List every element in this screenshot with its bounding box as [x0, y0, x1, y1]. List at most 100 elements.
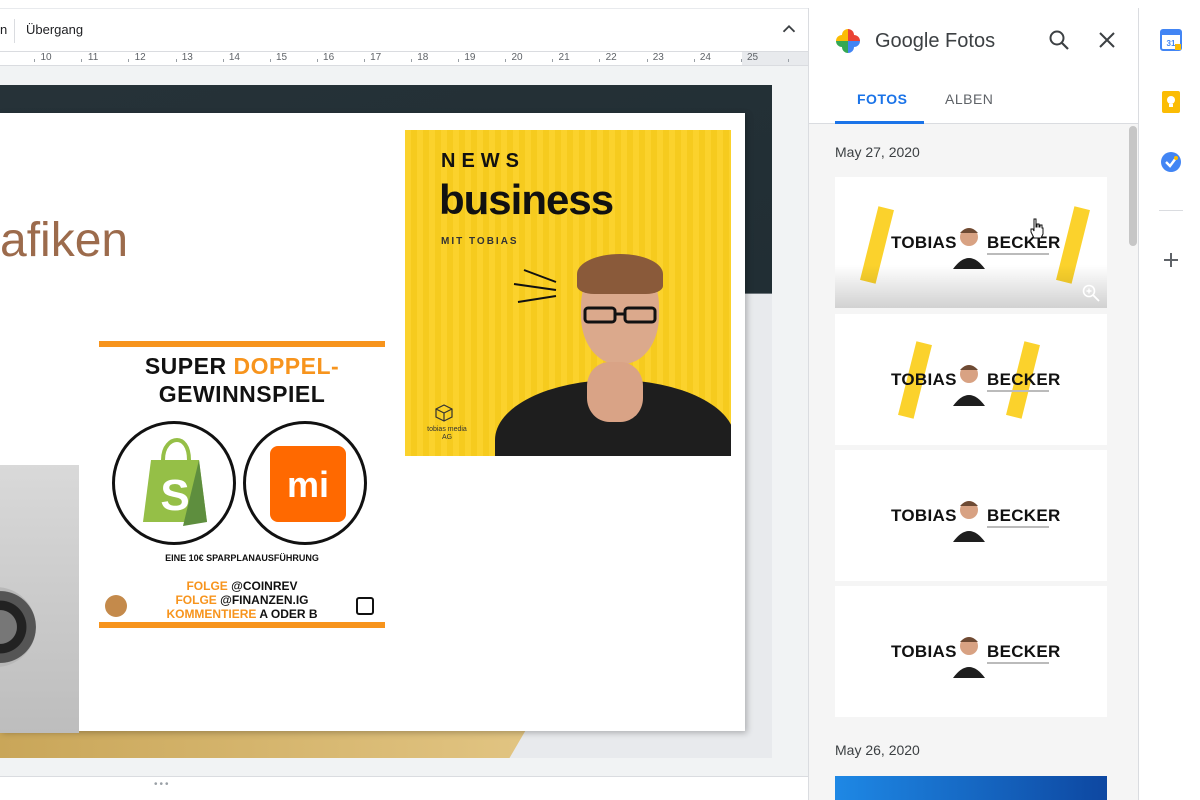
drag-handle-icon[interactable]: ••• [154, 779, 171, 790]
ruler-tick [787, 59, 789, 62]
photo-thumbnail[interactable] [835, 776, 1107, 800]
rail-divider [1159, 210, 1183, 211]
slide-title[interactable]: afiken [0, 213, 128, 268]
transition-button[interactable]: Übergang [26, 22, 83, 37]
xiaomi-logo-text: mi [286, 464, 329, 505]
giveaway-heading-line2: GEWINNSPIEL [158, 381, 326, 407]
ruler-number: 23 [652, 52, 664, 63]
car-wheel [0, 587, 36, 667]
giveaway-follow-2: FOLGE @FINANZEN.IG [99, 593, 385, 607]
google-keep-icon[interactable] [1159, 90, 1183, 114]
photo-thumbnail[interactable]: TOBIAS BECKER [835, 177, 1107, 308]
ruler-tick [740, 59, 742, 62]
shopify-bag-icon: S [143, 438, 207, 526]
speaker-notes-handle[interactable]: ••• [0, 776, 808, 800]
finanzen-logo [105, 595, 127, 617]
ruler-tick [34, 59, 36, 62]
person-thumbnail-icon [953, 501, 985, 542]
google-calendar-icon[interactable]: 31 [1159, 28, 1183, 52]
date-header: May 27, 2020 [835, 144, 920, 160]
top-strip [0, 0, 1200, 8]
hand-cursor-icon [1030, 218, 1044, 239]
business-label: business [439, 176, 614, 223]
news-label: NEWS [441, 150, 525, 172]
thumb-subline [987, 253, 1049, 255]
panel-title: Google Fotos [875, 30, 996, 52]
ruler-number: 18 [417, 52, 429, 63]
follow-2-handle: @FINANZEN.IG [220, 593, 309, 607]
svg-text:S: S [160, 471, 189, 520]
glasses-icon [583, 306, 657, 324]
mit-tobias-label: MIT TOBIAS [441, 236, 519, 247]
cube-logo-icon [435, 404, 453, 422]
slide-canvas[interactable]: afiken SUPER DOPPEL- GEWINNSPIEL S mi EI… [0, 66, 808, 776]
comment-rest: A ODER B [259, 607, 318, 621]
person-hair [577, 254, 663, 294]
search-icon[interactable] [1047, 28, 1071, 52]
ruler-number: 19 [464, 52, 476, 63]
giveaway-image[interactable]: SUPER DOPPEL- GEWINNSPIEL S mi EINE 10€ … [99, 341, 385, 628]
google-tasks-icon[interactable] [1159, 150, 1183, 174]
ruler-number: 24 [699, 52, 711, 63]
plus-icon[interactable] [1159, 248, 1183, 272]
tab-fotos[interactable]: FOTOS [857, 91, 907, 107]
xiaomi-logo: mi [270, 446, 346, 522]
google-photos-panel: Google Fotos FOTOS ALBEN May 27, 2020 TO… [808, 8, 1139, 800]
person-hand [587, 362, 643, 422]
giveaway-heading-prefix: SUPER [144, 353, 234, 379]
ruler-tick [411, 59, 413, 62]
app-root: n Übergang 10 11 12 13 14 15 16 17 18 19 20 21 22 23 2… [0, 0, 1200, 800]
ruler-tick [81, 59, 83, 62]
speech-lines-icon [513, 269, 557, 303]
close-icon[interactable] [1095, 28, 1119, 52]
scrollbar-thumb[interactable] [1129, 126, 1137, 246]
zoom-in-icon[interactable] [1081, 283, 1101, 303]
ruler-tick [693, 59, 695, 62]
news-business-image[interactable]: NEWS business MIT TOBIAS tobias media AG [405, 130, 731, 456]
photo-thumbnail[interactable]: TOBIAS BECKER [835, 314, 1107, 445]
ruler-tick [646, 59, 648, 62]
brand-label: tobias media AG [427, 426, 467, 441]
photo-list[interactable]: May 27, 2020 TOBIAS BECKER TOBIAS BECKER… [809, 124, 1139, 800]
follow-1-handle: @COINREV [231, 579, 298, 593]
photo-thumbnail[interactable]: TOBIAS BECKER [835, 450, 1107, 581]
ruler-number: 14 [228, 52, 240, 63]
ruler-number: 11 [87, 52, 99, 63]
ruler-tick [363, 59, 365, 62]
ruler-tick [316, 59, 318, 62]
photo-thumbnail[interactable]: TOBIAS BECKER [835, 586, 1107, 717]
thumb-name-right: BECKER [987, 370, 1061, 389]
toolbar-partial-item[interactable]: n [0, 22, 7, 37]
thumb-subline [987, 526, 1049, 528]
tab-alben[interactable]: ALBEN [945, 91, 993, 107]
person-thumbnail-icon [953, 228, 985, 269]
hover-shade [835, 265, 1107, 308]
ruler-tick [269, 59, 271, 62]
slide[interactable]: afiken SUPER DOPPEL- GEWINNSPIEL S mi EI… [0, 113, 745, 733]
shopify-circle: S [112, 421, 236, 545]
thumb-subline [987, 662, 1049, 664]
giveaway-comment: KOMMENTIERE A ODER B [99, 607, 385, 621]
ruler-number: 12 [134, 52, 146, 63]
ruler-tick [128, 59, 130, 62]
giveaway-heading-accent: DOPPEL- [233, 353, 340, 379]
side-addon-rail: 31 [1138, 8, 1200, 800]
person-thumbnail-icon [953, 365, 985, 406]
giveaway-subline: EINE 10€ SPARPLANAUSFÜHRUNG [165, 553, 319, 563]
horizontal-ruler[interactable]: 10 11 12 13 14 15 16 17 18 19 20 21 22 23 24 25 [0, 52, 808, 66]
ruler-number: 22 [605, 52, 617, 63]
ruler-tick [505, 59, 507, 62]
ruler-tick [175, 59, 177, 62]
ruler-number: 20 [511, 52, 523, 63]
google-photos-logo-icon [836, 29, 860, 53]
ruler-number: 17 [370, 52, 382, 63]
chevron-up-icon[interactable] [778, 18, 800, 40]
ruler-tick [458, 59, 460, 62]
car-image[interactable] [0, 465, 79, 733]
xiaomi-circle: mi [243, 421, 367, 545]
ruler-number: 21 [558, 52, 570, 63]
date-header: May 26, 2020 [835, 742, 920, 758]
thumb-name-left: TOBIAS [891, 506, 957, 525]
chart-logo-icon [356, 597, 374, 615]
thumb-name-left: TOBIAS [891, 370, 957, 389]
